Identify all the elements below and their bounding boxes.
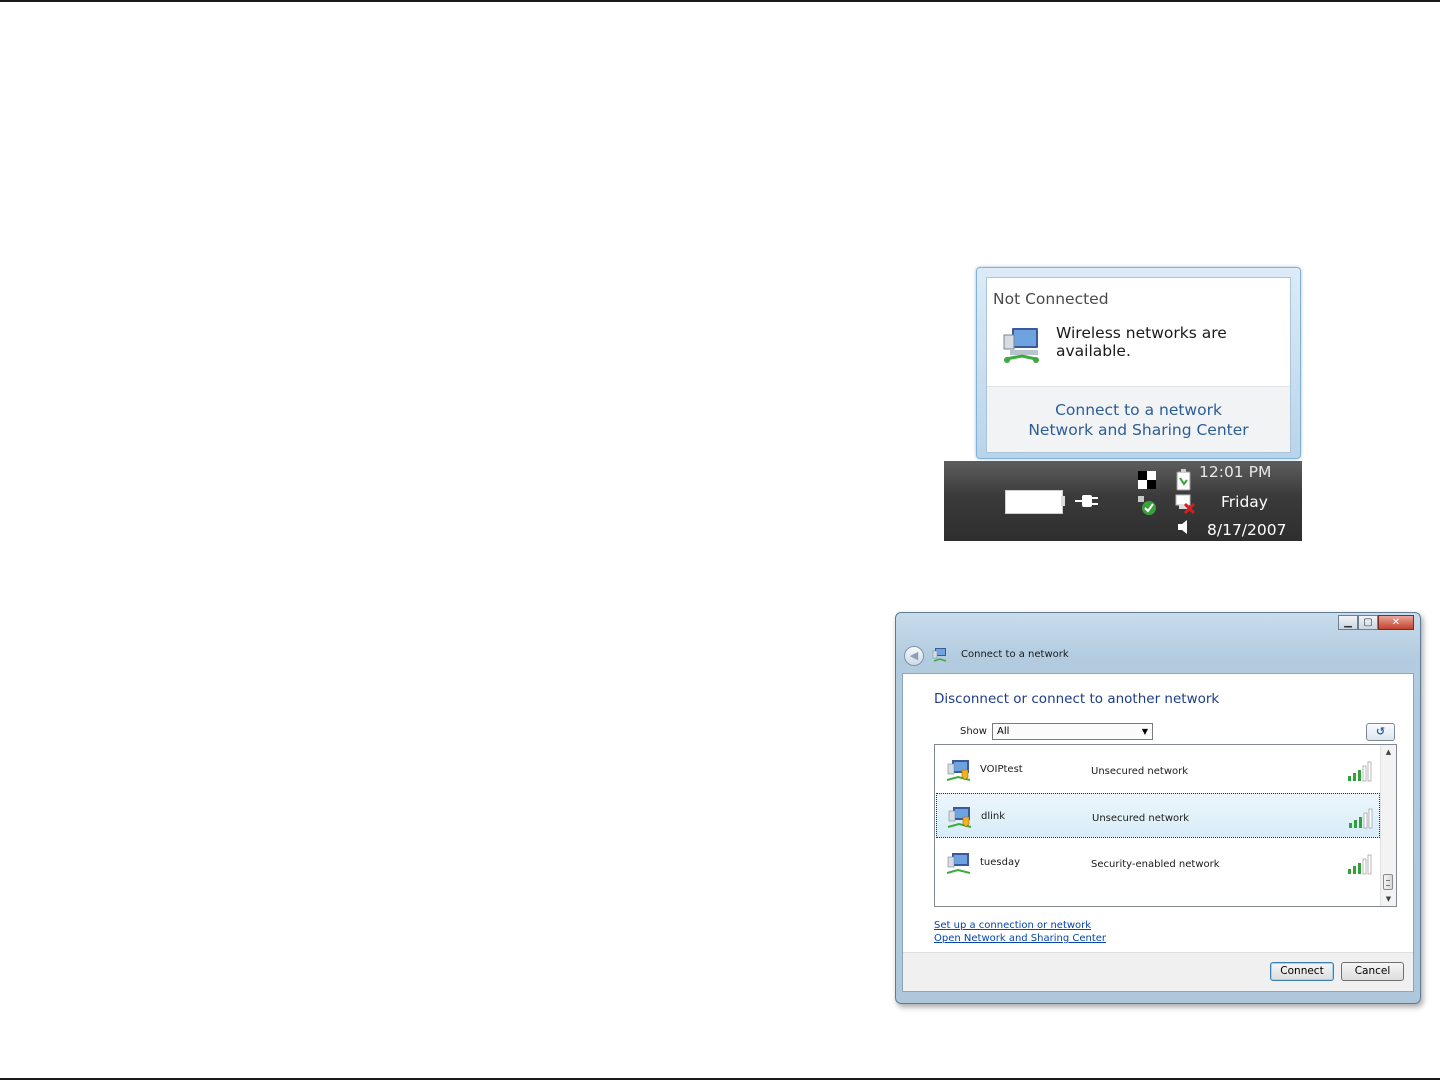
signal-strength-icon	[1348, 761, 1372, 782]
connect-to-network-window: ▁ ▢ ✕ ◀ Connect to a network Disconnect …	[895, 612, 1421, 1004]
network-name: VOIPtest	[980, 764, 1023, 775]
chevron-down-icon: ▼	[1141, 727, 1148, 736]
battery-icon[interactable]	[1005, 490, 1063, 514]
network-list-scrollbar[interactable]: ▲ ▼	[1380, 745, 1396, 906]
window-controls: ▁ ▢ ✕	[1338, 615, 1414, 631]
maximize-button[interactable]: ▢	[1358, 615, 1378, 630]
back-button[interactable]: ◀	[904, 646, 924, 666]
unsecured-network-icon	[947, 807, 972, 828]
dialog-content: Disconnect or connect to another network…	[902, 673, 1414, 992]
network-list[interactable]: VOIPtest Unsecured network dlink Unsecur…	[934, 744, 1397, 907]
speaker-volume-icon[interactable]	[1175, 518, 1191, 536]
network-checker-icon[interactable]	[1136, 469, 1158, 491]
network-security: Unsecured network	[1092, 813, 1190, 824]
security-shield-icon[interactable]	[1136, 494, 1158, 516]
network-row-voiptest[interactable]: VOIPtest Unsecured network	[936, 747, 1380, 792]
network-row-dlink[interactable]: dlink Unsecured network	[936, 793, 1380, 838]
unsecured-network-icon	[946, 760, 971, 781]
bottom-rule	[0, 1078, 1440, 1080]
taskbar-tray: 12:01 PM Friday 8/17/2007	[944, 461, 1302, 541]
power-plug-icon[interactable]	[1074, 490, 1100, 512]
top-rule	[0, 0, 1440, 2]
clock-date[interactable]: 8/17/2007	[1207, 521, 1317, 539]
scroll-thumb[interactable]	[1383, 874, 1393, 890]
signal-strength-icon	[1348, 854, 1372, 875]
balloon-title: Not Connected	[993, 290, 1109, 308]
network-security: Unsecured network	[1091, 766, 1189, 777]
network-security: Security-enabled network	[1091, 859, 1220, 870]
network-name: dlink	[981, 811, 1006, 822]
balloon-footer: Connect to a network Network and Sharing…	[987, 386, 1290, 452]
network-notification-balloon: Not Connected Wireless networks are avai…	[976, 267, 1301, 459]
show-label: Show	[960, 726, 987, 737]
network-window-icon	[932, 648, 947, 662]
power-battery-icon[interactable]	[1173, 468, 1195, 492]
show-filter-select[interactable]: All ▼	[992, 723, 1153, 740]
dialog-heading: Disconnect or connect to another network	[934, 691, 1220, 707]
refresh-button[interactable]: ↺	[1366, 723, 1395, 741]
show-filter-value: All	[997, 726, 1010, 737]
balloon-message: Wireless networks are available.	[1056, 324, 1227, 360]
scroll-up-icon[interactable]: ▲	[1381, 745, 1396, 759]
network-disconnected-icon[interactable]	[1173, 492, 1197, 516]
network-row-tuesday[interactable]: tuesday Security-enabled network	[936, 840, 1380, 885]
connect-to-network-link[interactable]: Connect to a network	[987, 401, 1290, 419]
setup-connection-link[interactable]: Set up a connection or network	[934, 920, 1091, 931]
minimize-button[interactable]: ▁	[1338, 615, 1358, 630]
secured-network-icon	[946, 853, 971, 874]
network-name: tuesday	[980, 857, 1021, 868]
cancel-button[interactable]: Cancel	[1341, 962, 1404, 981]
refresh-icon: ↺	[1375, 725, 1386, 738]
signal-strength-icon	[1349, 808, 1373, 829]
battery-cap	[1061, 496, 1065, 506]
window-title: Connect to a network	[961, 649, 1069, 660]
clock-time[interactable]: 12:01 PM	[1199, 463, 1309, 481]
open-network-sharing-center-link[interactable]: Open Network and Sharing Center	[934, 933, 1106, 944]
close-button[interactable]: ✕	[1378, 615, 1414, 630]
dialog-footer: Connect Cancel	[903, 952, 1413, 991]
clock-day[interactable]: Friday	[1221, 493, 1331, 511]
network-sharing-center-link[interactable]: Network and Sharing Center	[987, 421, 1290, 439]
connect-button[interactable]: Connect	[1270, 962, 1334, 981]
network-computer-icon	[1003, 328, 1039, 363]
scroll-down-icon[interactable]: ▼	[1381, 892, 1396, 906]
